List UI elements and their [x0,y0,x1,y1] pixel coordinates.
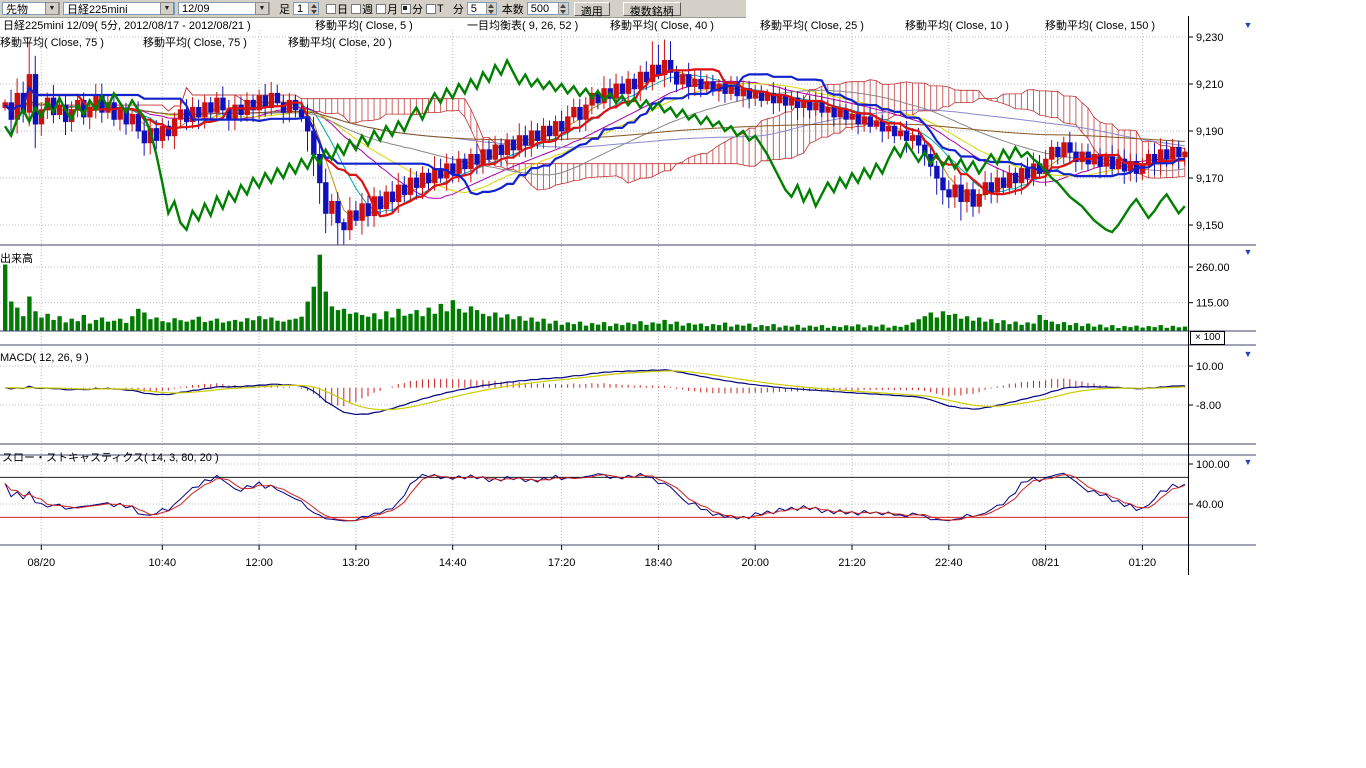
time-axis-label: 20:00 [741,557,769,569]
timeframe-label: 足 [279,1,290,17]
radio-checked-icon [401,4,411,14]
radio-icon [351,4,361,14]
minute-input[interactable]: 5 [467,2,497,15]
indicator-label-ma5: 移動平均( Close, 5 ) [315,17,413,33]
instrument-type-select[interactable]: 先物 ▼ [2,2,60,15]
price-axis-label: 9,210 [1196,79,1224,91]
indicator-label-ma10: 移動平均( Close, 10 ) [905,17,1009,33]
radio-icon [426,4,436,14]
macd-pane-scroll-arrow-icon[interactable]: ▼ [1242,349,1254,360]
indicator-label-ma75b: 移動平均( Close, 75 ) [143,34,247,50]
bars-label: 本数 [502,1,524,17]
time-axis-label: 22:40 [935,557,963,569]
apply-button[interactable]: 適用 [574,2,610,16]
chevron-down-icon: ▼ [255,2,269,15]
chart-title: 日経225mini 12/09( 5分, 2012/08/17 - 2012/0… [3,17,251,33]
radio-icon [376,4,386,14]
period-option-week[interactable]: 週 [351,1,373,17]
price-pane-scroll-arrow-icon[interactable]: ▼ [1242,20,1254,31]
chevron-down-icon: ▼ [160,2,174,15]
period-option-minute[interactable]: 分 [401,1,423,17]
period-option-day-label: 日 [337,1,348,17]
toolbar: 先物 ▼ 日経225mini ▼ 12/09 ▼ 足 1 日 週 月 [0,0,746,18]
indicator-label-ichimoku: 一目均衡表( 9, 26, 52 ) [467,17,578,33]
stoch-pane[interactable] [0,456,1188,545]
volume-pane-label: 出来高 [0,250,33,266]
spinner-icon[interactable] [486,3,496,14]
time-axis-label: 12:00 [245,557,273,569]
volume-multiplier-badge: × 100 [1190,331,1225,345]
stoch-pane-label: スロー・ストキャスティクス( 14, 3, 80, 20 ) [2,449,219,465]
spinner-icon[interactable] [558,3,568,14]
symbol-value: 日経225mini [67,1,158,17]
contract-month-select[interactable]: 12/09 ▼ [178,2,270,15]
timeframe-input[interactable]: 1 [293,2,319,15]
chevron-down-icon: ▼ [45,2,59,15]
time-axis-label: 18:40 [645,557,673,569]
minute-value: 5 [471,3,486,15]
period-option-week-label: 週 [362,1,373,17]
price-axis-label: 9,190 [1196,126,1224,138]
instrument-type-value: 先物 [6,1,43,17]
stoch-pane-scroll-arrow-icon[interactable]: ▼ [1242,457,1254,468]
time-axis-label: 08/20 [28,557,56,569]
radio-icon [326,4,336,14]
bars-input[interactable]: 500 [527,2,569,15]
macd-pane-label: MACD( 12, 26, 9 ) [0,352,89,364]
time-axis-label: 10:40 [149,557,177,569]
symbol-select[interactable]: 日経225mini ▼ [63,2,175,15]
period-option-month[interactable]: 月 [376,1,398,17]
period-option-tick-label: T [437,3,444,15]
price-axis-label: 9,150 [1196,220,1224,232]
volume-axis-label: 260.00 [1196,262,1230,274]
contract-month-value: 12/09 [182,3,253,15]
indicator-label-ma20: 移動平均( Close, 20 ) [288,34,392,50]
bars-value: 500 [531,3,558,15]
time-axis-label: 17:20 [548,557,576,569]
volume-pane[interactable] [0,246,1188,331]
volume-pane-scroll-arrow-icon[interactable]: ▼ [1242,247,1254,258]
indicator-label-ma40: 移動平均( Close, 40 ) [610,17,714,33]
time-axis-label: 14:40 [439,557,467,569]
period-option-minute-label: 分 [412,1,423,17]
period-option-day[interactable]: 日 [326,1,348,17]
chart-app: 先物 ▼ 日経225mini ▼ 12/09 ▼ 足 1 日 週 月 [0,0,1366,768]
indicator-label-ma25: 移動平均( Close, 25 ) [760,17,864,33]
time-axis-label: 01:20 [1129,557,1157,569]
price-axis-label: 9,170 [1196,173,1224,185]
minute-label: 分 [453,1,464,17]
stoch-axis-label: 100.00 [1196,459,1230,471]
volume-axis-label: 115.00 [1196,298,1229,310]
macd-axis-label: -8.00 [1196,400,1221,412]
period-option-month-label: 月 [387,1,398,17]
price-pane[interactable] [0,16,1188,245]
multi-symbol-button[interactable]: 複数銘柄 [623,2,681,16]
macd-axis-label: 10.00 [1196,361,1224,373]
stoch-axis-label: 40.00 [1196,499,1224,511]
period-option-tick[interactable]: T [426,3,444,15]
indicator-label-ma75a: 移動平均( Close, 75 ) [0,34,104,50]
spinner-icon[interactable] [308,3,318,14]
price-axis-label: 9,230 [1196,32,1224,44]
timeframe-value: 1 [297,3,308,15]
time-axis-label: 13:20 [342,557,370,569]
time-axis-label: 21:20 [838,557,866,569]
indicator-label-ma150: 移動平均( Close, 150 ) [1045,17,1155,33]
time-axis-label: 08/21 [1032,557,1060,569]
macd-pane[interactable] [0,346,1188,444]
